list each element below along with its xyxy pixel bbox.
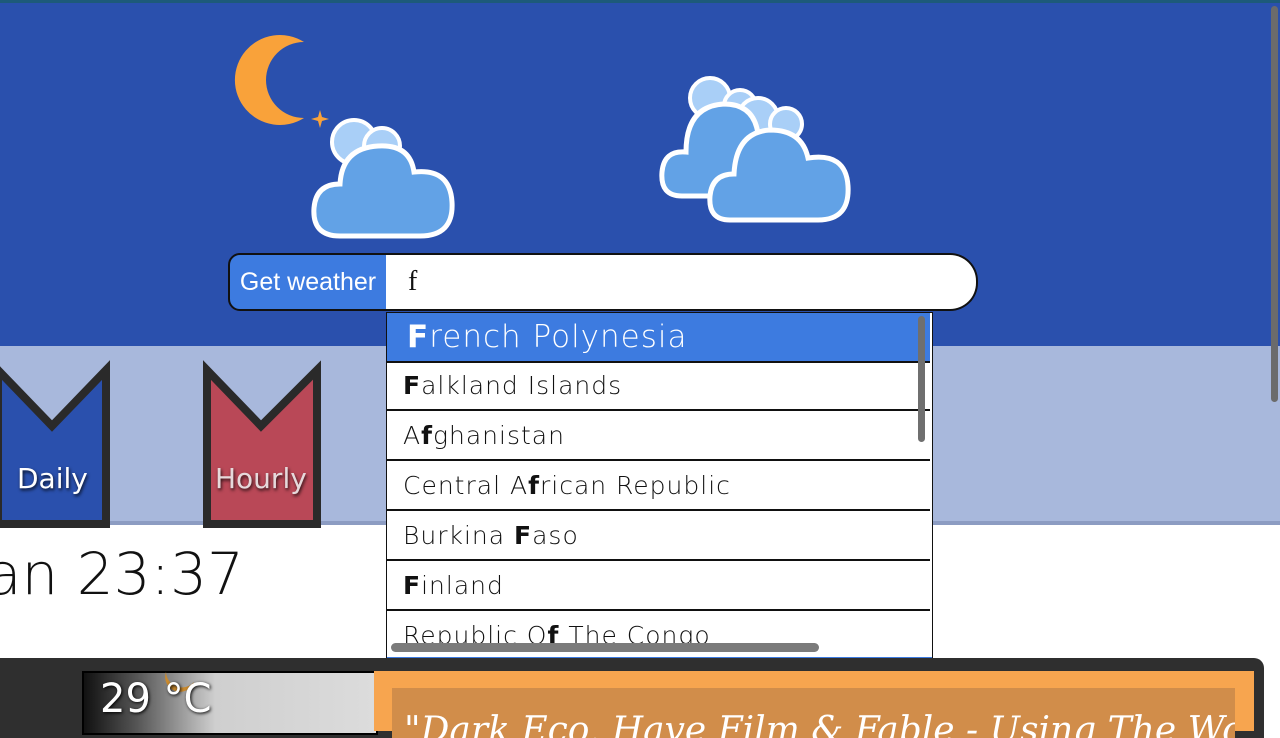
tab-band-right	[988, 346, 1280, 524]
tab-hourly[interactable]	[203, 360, 323, 528]
get-weather-button[interactable]: Get weather	[228, 253, 388, 311]
suggestion-item[interactable]: Afghanistan	[387, 413, 930, 461]
search-form: Get weather	[228, 253, 978, 311]
autocomplete-dropdown: French Polynesia Falkland Islands Afghan…	[386, 312, 933, 664]
suggestion-item[interactable]: French Polynesia	[387, 313, 930, 363]
tab-daily-label: Daily	[17, 462, 88, 495]
suggestion-item[interactable]: Falkland Islands	[387, 363, 930, 411]
suggestion-item[interactable]: Central African Republic	[387, 463, 930, 511]
dropdown-vertical-scrollbar[interactable]	[918, 316, 925, 442]
cloud-icon	[311, 118, 455, 239]
suggestion-item[interactable]: Republic Of The Congo	[387, 613, 930, 661]
temperature-value: 29 °C	[100, 676, 212, 722]
suggestion-item[interactable]: Burkina Faso	[387, 513, 930, 561]
weather-description: "Dark Eco. Have Film & Fable - Using The…	[404, 710, 1235, 738]
suggestion-item[interactable]: Finland	[387, 563, 930, 611]
description-inner: "Dark Eco. Have Film & Fable - Using The…	[392, 688, 1235, 738]
date-time-text: an 23:37	[0, 540, 244, 608]
dropdown-horizontal-scrollbar[interactable]	[391, 643, 819, 652]
page-scrollbar[interactable]	[1271, 6, 1278, 402]
clouds-icon	[659, 76, 851, 223]
tab-hourly-label: Hourly	[215, 462, 307, 495]
tab-daily[interactable]	[0, 360, 112, 528]
city-search-input[interactable]	[386, 253, 978, 311]
